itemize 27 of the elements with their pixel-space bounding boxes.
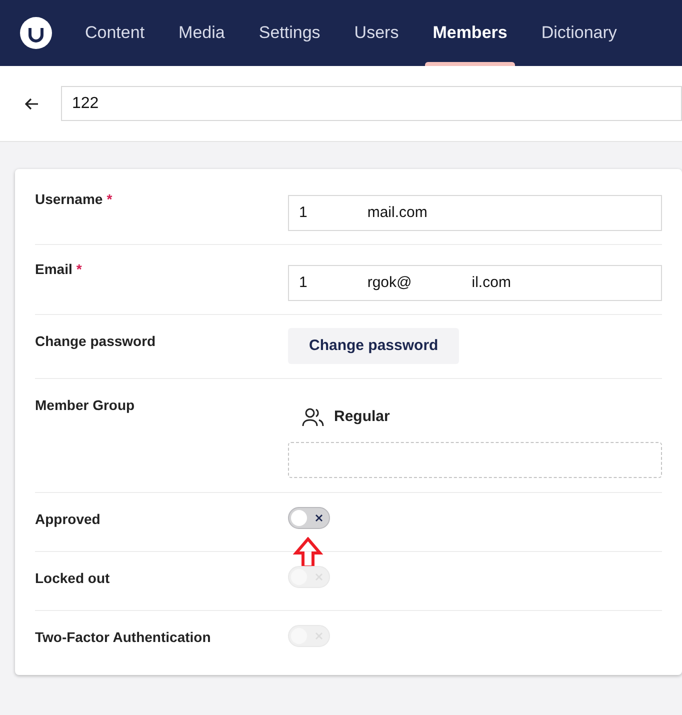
up-arrow-annotation [293, 537, 323, 569]
close-icon [315, 514, 323, 522]
name-field[interactable]: 122 [61, 86, 682, 121]
logo-icon[interactable] [20, 17, 52, 49]
text-field[interactable]: 1 mail.com [288, 195, 662, 231]
field-label: Two-Factor Authentication [35, 629, 211, 645]
nav-tab[interactable]: Members [424, 0, 516, 66]
nav-tab[interactable]: Media [170, 0, 233, 66]
field-label: Member Group [35, 397, 135, 413]
required-mark: * [106, 191, 112, 207]
required-mark: * [76, 261, 82, 277]
users-icon [302, 407, 324, 427]
nav-tab[interactable]: Settings [250, 0, 328, 66]
field-label: Approved [35, 511, 100, 527]
member-group-name: Regular [334, 406, 390, 427]
name-value: 122 [72, 94, 99, 114]
field-label: Locked out [35, 570, 110, 586]
toggle-switch[interactable] [288, 507, 330, 529]
nav-tab[interactable]: Dictionary [533, 0, 625, 66]
back-arrow-icon[interactable] [25, 98, 39, 110]
text-field[interactable]: 1 rgok@ il.com [288, 265, 662, 301]
field-label: Username [35, 191, 103, 207]
field-label: Change password [35, 333, 156, 349]
change-password-button[interactable]: Change password [288, 328, 460, 364]
nav-tab[interactable]: Users [346, 0, 407, 66]
field-label: Email [35, 261, 72, 277]
nav-tab[interactable]: Content [77, 0, 153, 66]
